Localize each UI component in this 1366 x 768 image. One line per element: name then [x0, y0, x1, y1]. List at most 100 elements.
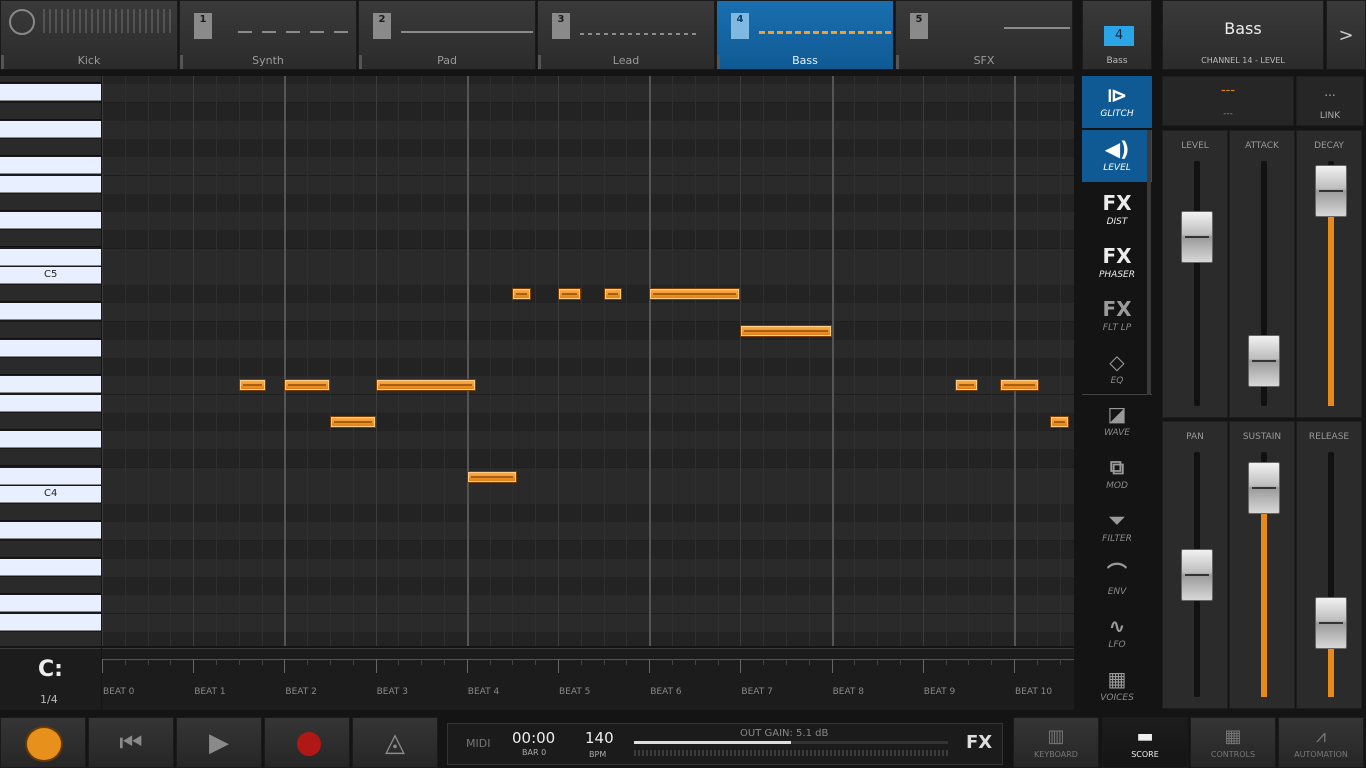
preset-panel[interactable]: Bass CHANNEL 14 - LEVEL	[1162, 0, 1324, 70]
side-button-filter[interactable]: ⏷ FILTER	[1082, 501, 1152, 553]
black-key[interactable]	[0, 76, 101, 83]
white-key[interactable]	[0, 120, 101, 138]
metronome-button[interactable]: ◬	[352, 717, 438, 768]
midi-note[interactable]	[238, 379, 267, 392]
slider-knob[interactable]	[1315, 596, 1347, 649]
track-sfx[interactable]: 5 SFX	[895, 0, 1073, 70]
track-bass[interactable]: 4 Bass	[716, 0, 894, 70]
side-button-level[interactable]: ◀) LEVEL	[1082, 130, 1152, 182]
beat-label: BEAT 10	[1015, 687, 1053, 697]
view-score[interactable]: ▬ SCORE	[1102, 717, 1188, 768]
side-button-flt-lp[interactable]: FX FLT LP	[1082, 290, 1152, 342]
slider-knob[interactable]	[1248, 334, 1280, 387]
black-key[interactable]	[0, 321, 101, 339]
white-key[interactable]	[0, 613, 101, 631]
side-button-glitch[interactable]: ⧐ GLITCH	[1082, 76, 1152, 128]
side-scrollbar[interactable]	[1147, 130, 1151, 395]
black-key[interactable]	[0, 412, 101, 430]
white-key[interactable]	[0, 84, 101, 102]
side-button-eq[interactable]: ◇ EQ	[1082, 343, 1152, 395]
grid-line	[170, 76, 172, 646]
link-button[interactable]: ... LINK	[1296, 76, 1364, 126]
midi-note[interactable]	[603, 288, 622, 300]
record-button[interactable]	[264, 717, 350, 768]
track-kick[interactable]: Kick	[0, 0, 178, 70]
black-key[interactable]	[0, 358, 101, 375]
midi-note[interactable]	[558, 288, 581, 300]
midi-note[interactable]	[1050, 415, 1069, 428]
slider-strip-decay: DECAY	[1296, 130, 1362, 418]
rewind-button[interactable]: ⏮	[88, 717, 174, 768]
app-menu-button[interactable]	[0, 717, 86, 768]
bpm-value[interactable]: 140	[585, 729, 614, 747]
black-key[interactable]	[0, 449, 101, 467]
white-key[interactable]	[0, 394, 101, 412]
side-button-env[interactable]: ⌒ ENV	[1082, 554, 1152, 606]
slider-knob[interactable]	[1315, 164, 1347, 217]
white-key[interactable]	[0, 303, 101, 321]
midi-note[interactable]	[330, 415, 376, 428]
piano-keyboard[interactable]	[0, 76, 101, 646]
side-button-lfo[interactable]: ∿ LFO	[1082, 607, 1152, 659]
black-key[interactable]	[0, 102, 101, 120]
white-key[interactable]	[0, 157, 101, 175]
slider-knob[interactable]	[1181, 211, 1213, 264]
slider-knob[interactable]	[1248, 461, 1280, 514]
white-key[interactable]	[0, 522, 101, 540]
track-synth[interactable]: 1 Synth	[179, 0, 357, 70]
timeline-ruler[interactable]: BEAT 0 BEAT 1 BEAT 2 BEAT 3 BEAT 4 BEAT 5 BEAT…	[102, 648, 1074, 710]
black-key[interactable]	[0, 230, 101, 248]
quantize-value: 1/4	[40, 693, 58, 706]
midi-note[interactable]	[740, 324, 832, 337]
midi-note[interactable]	[649, 288, 741, 300]
black-key[interactable]	[0, 285, 101, 302]
white-key[interactable]	[0, 339, 101, 357]
side-button-mod[interactable]: ⧉ MOD	[1082, 448, 1152, 500]
midi-note[interactable]	[954, 379, 978, 392]
slider-track[interactable]	[1194, 161, 1200, 406]
fx-button[interactable]: FX	[966, 732, 992, 753]
white-key[interactable]	[0, 248, 101, 266]
grid-row	[102, 631, 1074, 646]
white-key[interactable]	[0, 467, 101, 485]
side-button-label: WAVE	[1103, 428, 1130, 438]
side-button-wave[interactable]: ◪ WAVE	[1082, 395, 1152, 447]
next-preset-button[interactable]: >	[1326, 0, 1366, 70]
quantize-button[interactable]: C: 1/4	[0, 648, 101, 710]
black-key[interactable]	[0, 631, 101, 646]
midi-note[interactable]	[512, 288, 531, 300]
track-pad[interactable]: 2 Pad	[358, 0, 536, 70]
side-button-dist[interactable]: FX DIST	[1082, 184, 1152, 236]
white-key[interactable]	[0, 212, 101, 229]
midi-note[interactable]	[375, 379, 476, 392]
side-button-voices[interactable]: ▦ VOICES	[1082, 660, 1152, 712]
view-keyboard[interactable]: ▥ KEYBOARD	[1013, 717, 1099, 768]
midi-note[interactable]	[1000, 379, 1039, 392]
midi-indicator[interactable]: MIDI	[466, 737, 490, 750]
white-key[interactable]	[0, 595, 101, 613]
white-key[interactable]	[0, 175, 101, 193]
black-key[interactable]	[0, 193, 101, 211]
side-button-phaser[interactable]: FX PHASER	[1082, 237, 1152, 289]
black-key[interactable]	[0, 540, 101, 558]
play-button[interactable]: ▶	[176, 717, 262, 768]
black-key[interactable]	[0, 139, 101, 156]
midi-note[interactable]	[284, 379, 330, 392]
view-automation[interactable]: ⩘ AUTOMATION	[1278, 717, 1364, 768]
view-controls[interactable]: ▦ CONTROLS	[1190, 717, 1276, 768]
channel-selector[interactable]: 4 Bass	[1082, 0, 1152, 70]
black-key[interactable]	[0, 504, 101, 521]
grid-row	[102, 266, 1074, 285]
slider-strip-release: RELEASE	[1296, 421, 1362, 709]
white-key[interactable]	[0, 431, 101, 448]
white-key[interactable]	[0, 558, 101, 576]
link-value-panel[interactable]: --- ---	[1162, 76, 1294, 126]
beat-label: BEAT 9	[923, 687, 956, 697]
midi-note[interactable]	[466, 470, 517, 483]
track-lead[interactable]: 3 Lead	[537, 0, 715, 70]
score-icon: ▬	[1136, 726, 1154, 747]
white-key[interactable]	[0, 376, 101, 394]
slider-knob[interactable]	[1181, 548, 1213, 601]
black-key[interactable]	[0, 577, 101, 594]
piano-roll-grid[interactable]	[102, 76, 1074, 646]
